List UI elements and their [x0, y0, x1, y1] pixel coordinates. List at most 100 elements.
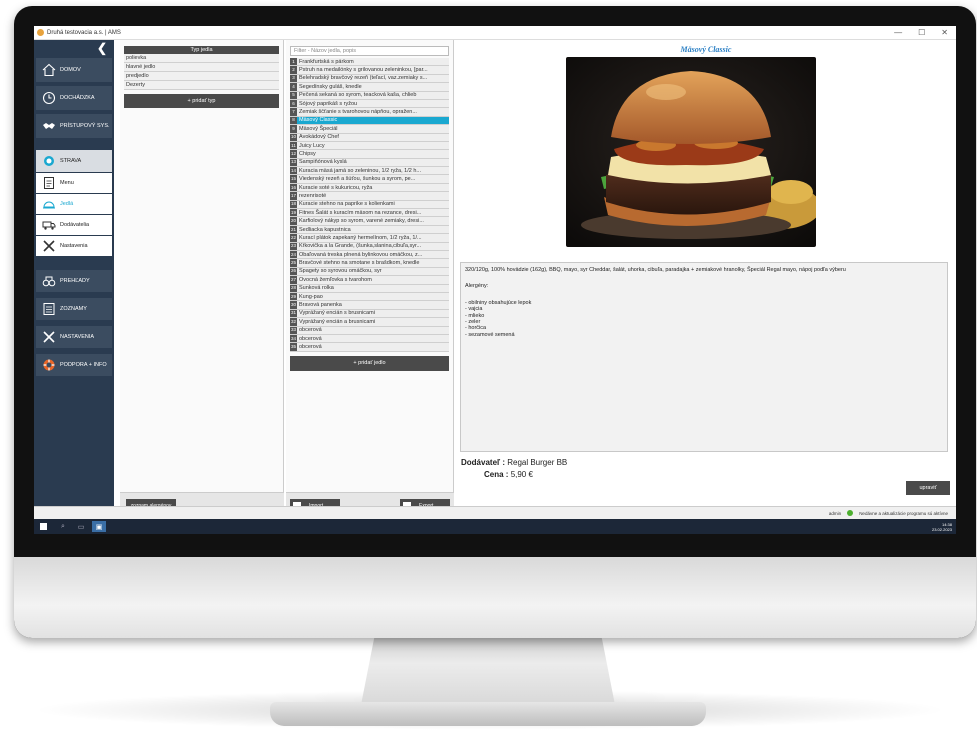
binoculars-icon [42, 274, 56, 288]
add-type-button[interactable]: + pridať typ [124, 94, 279, 108]
meal-list-item[interactable]: 25 Bravčové stehno na smotane s brašdkom,… [290, 259, 449, 268]
windows-logo-icon [39, 523, 47, 530]
meal-list-item[interactable]: 31 Vyprážaný encián s brusnicami [290, 309, 449, 319]
close-icon[interactable]: ✕ [941, 28, 948, 37]
meal-list-item[interactable]: 30 Bravová panenka [290, 301, 449, 310]
meal-list-item[interactable]: 27 Ovocná žemľovka s tvarohom [290, 276, 449, 285]
window-titlebar: Druhá testovacia a.s. | AMS — ☐ ✕ [34, 26, 956, 40]
truck-icon [42, 218, 56, 232]
edit-button[interactable]: upraviť [906, 481, 950, 495]
status-bar: admin Nedávne a aktualizácie programu sú… [34, 506, 956, 519]
meal-name: Karfiolový nákyp so syrom, varené zemiak… [299, 218, 424, 225]
sidebar-item-menu[interactable]: Menu [36, 173, 112, 193]
meal-list-item[interactable]: 17 rezenrisoté [290, 192, 449, 201]
taskbar-date: 23.02.2023 [931, 526, 952, 532]
meal-list-item[interactable]: 35 obcerová [290, 343, 449, 352]
sidebar-item-podpora-info[interactable]: PODPORA + INFO [36, 354, 112, 376]
meal-list-item[interactable]: 15 Viedenský rezeň a šúťou, šunkou a syro… [290, 175, 449, 184]
sidebar-item-prehlady[interactable]: PREHĽADY [36, 270, 112, 292]
meals-panel: Filter - Názov jedla, popis 1 Frankfurtsk… [286, 40, 454, 520]
meal-number: 6 [290, 99, 297, 108]
meal-list-item[interactable]: 20 Karfiolový nákyp so syrom, varené zemi… [290, 217, 449, 226]
sidebar-item-dodavatelia[interactable]: Dodávatelia [36, 215, 112, 235]
price-value: 5,90 € [510, 470, 533, 479]
sidebar-item-dochadzka[interactable]: DOCHÁDZKA [36, 86, 112, 110]
meal-name: Šampiňónová kyslá [299, 159, 347, 166]
meal-list-item[interactable]: 4 Segedínsky guláš, knedle [290, 83, 449, 92]
sidebar-item-label: STRAVA [60, 158, 82, 164]
meal-list-item[interactable]: 11 Juicy Lucy [290, 141, 449, 151]
meal-types-panel: Typ jedla polievka hlavné jedlo predjedl… [120, 40, 284, 520]
sidebar-item-nastavenia-strava[interactable]: Nastavenia [36, 236, 112, 256]
meal-type-row[interactable]: Dezerty [124, 81, 279, 90]
sidebar-item-pristupovy-sys[interactable]: PRÍSTUPOVÝ SYS. [36, 114, 112, 138]
meal-name: obcerová [299, 335, 322, 342]
app-icon [37, 29, 44, 36]
meal-name: Špagety so syrovou omáčkou, syr [299, 268, 382, 275]
meal-list-item[interactable]: 16 Kuracie soté s kukuricou, ryža [290, 183, 449, 193]
meal-list-item[interactable]: 13 Šampiňónová kyslá [290, 158, 449, 168]
meal-list-item[interactable]: 19 Fitnes Šalát s kuracím mäsom na rezanc… [290, 209, 449, 218]
sidebar-item-label: Nastavenia [60, 243, 88, 249]
cloche-icon [42, 197, 56, 211]
meal-name: Vyprážaný encián s brusnicami [299, 310, 375, 317]
meal-list-item[interactable]: 12 Chipsy [290, 150, 449, 159]
handshake-icon [42, 119, 56, 133]
meal-type-row[interactable]: polievka [124, 54, 279, 63]
maximize-icon[interactable]: ☐ [918, 28, 925, 37]
collapse-sidebar-icon[interactable]: ❮ [34, 40, 114, 56]
meal-list-item[interactable]: 22 Kurací plátok zapekaný hermelínom, 1/2… [290, 234, 449, 243]
start-button[interactable] [34, 519, 52, 534]
sidebar-item-nastavenia[interactable]: NASTAVENIA [36, 326, 112, 348]
sidebar-item-domov[interactable]: DOMOV [36, 58, 112, 82]
status-online-icon [847, 510, 854, 516]
meal-list-item[interactable]: 2 Pstruh na medailónky s grilovanou zelen… [290, 66, 449, 75]
meal-type-row[interactable]: predjedlo [124, 72, 279, 81]
meal-name: Bravová panenka [299, 302, 342, 309]
meal-name: Kuracie soté s kukuricou, ryža [299, 184, 373, 191]
meal-list-item[interactable]: 6 Sójový paprikáš s ryžou [290, 99, 449, 109]
meal-list-item[interactable]: 18 Kuracie stehno na paprike s kolienkami [290, 200, 449, 210]
meal-list-item[interactable]: 5 Pečená sekaná so syrom, teacková kaša, … [290, 91, 449, 100]
meal-filter-input[interactable]: Filter - Názov jedla, popis [290, 46, 449, 56]
meal-list-item[interactable]: 7 Zemiak ščťanie s tvarohovou nápňou, opr… [290, 108, 449, 117]
meal-list-item[interactable]: 26 Špagety so syrovou omáčkou, syr [290, 267, 449, 277]
sidebar-item-zoznamy[interactable]: ZOZNAMY [36, 298, 112, 320]
sidebar-item-label: Jedlá [60, 201, 74, 207]
search-icon[interactable]: ⌕ [56, 521, 70, 532]
add-meal-button[interactable]: + pridať jedlo [290, 355, 449, 371]
meal-number: 13 [290, 158, 297, 167]
meal-list-item[interactable]: 23 Kŕkovička a la Grande, (šunka,slanina,… [290, 242, 449, 251]
minimize-icon[interactable]: — [894, 28, 902, 37]
meal-type-row[interactable]: hlavné jedlo [124, 63, 279, 72]
meal-list-item[interactable]: 29 Kung-pao [290, 292, 449, 302]
meal-name: Kuracie stehno na paprike s kolienkami [299, 201, 395, 208]
meal-list-item[interactable]: 10 Avokádový Chef [290, 133, 449, 142]
meal-number: 3 [290, 74, 297, 83]
meal-list-item[interactable]: 8 Mäsový Classic [290, 116, 449, 126]
meal-list-item[interactable]: 28 Šunková rolka [290, 284, 449, 293]
meal-list-item[interactable]: 14 Kuracia mäsá jamá so zeleninou, 1/2 ry… [290, 167, 449, 176]
meal-list-item[interactable]: 21 Sedliacka kapustnica [290, 225, 449, 235]
meal-list-item[interactable]: 34 obcerová [290, 334, 449, 344]
meal-name: Zemiak ščťanie s tvarohovou nápňou, opra… [299, 109, 417, 116]
meal-number: 11 [290, 141, 297, 150]
app-taskbar-icon[interactable]: ▣ [92, 521, 106, 532]
sidebar-item-jedla[interactable]: Jedlá [36, 194, 112, 214]
meal-list-item[interactable]: 33 obcerová [290, 326, 449, 335]
sidebar-item-strava[interactable]: STRAVA [36, 150, 112, 172]
meal-list-item[interactable]: 9 Mäsový Špeciál [290, 125, 449, 134]
meal-list-item[interactable]: 1 Frankfurtská s párkom [290, 58, 449, 67]
meal-list-item[interactable]: 32 Vyprážaný encián a brusnicami [290, 318, 449, 327]
meal-description-box[interactable]: 320/120g, 100% hovädzie (162g), BBQ, may… [460, 262, 948, 452]
meal-list-item[interactable]: 24 Obaľovaná treska plnená bylinkovou omá… [290, 250, 449, 260]
task-view-icon[interactable]: ▭ [74, 521, 88, 532]
meal-list-item[interactable]: 3 Belehradský bravčový rezeň (teľací, vaz… [290, 74, 449, 84]
meal-number: 29 [290, 292, 297, 301]
status-message: Nedávne a aktualizácie programu sú aktív… [859, 510, 948, 516]
meal-name: Viedenský rezeň a šúťou, šunkou a syrom,… [299, 176, 416, 183]
price-row: Cena : 5,90 € [484, 470, 533, 479]
lifebuoy-icon [42, 358, 56, 372]
meal-number: 22 [290, 234, 297, 242]
meal-number: 32 [290, 318, 297, 326]
